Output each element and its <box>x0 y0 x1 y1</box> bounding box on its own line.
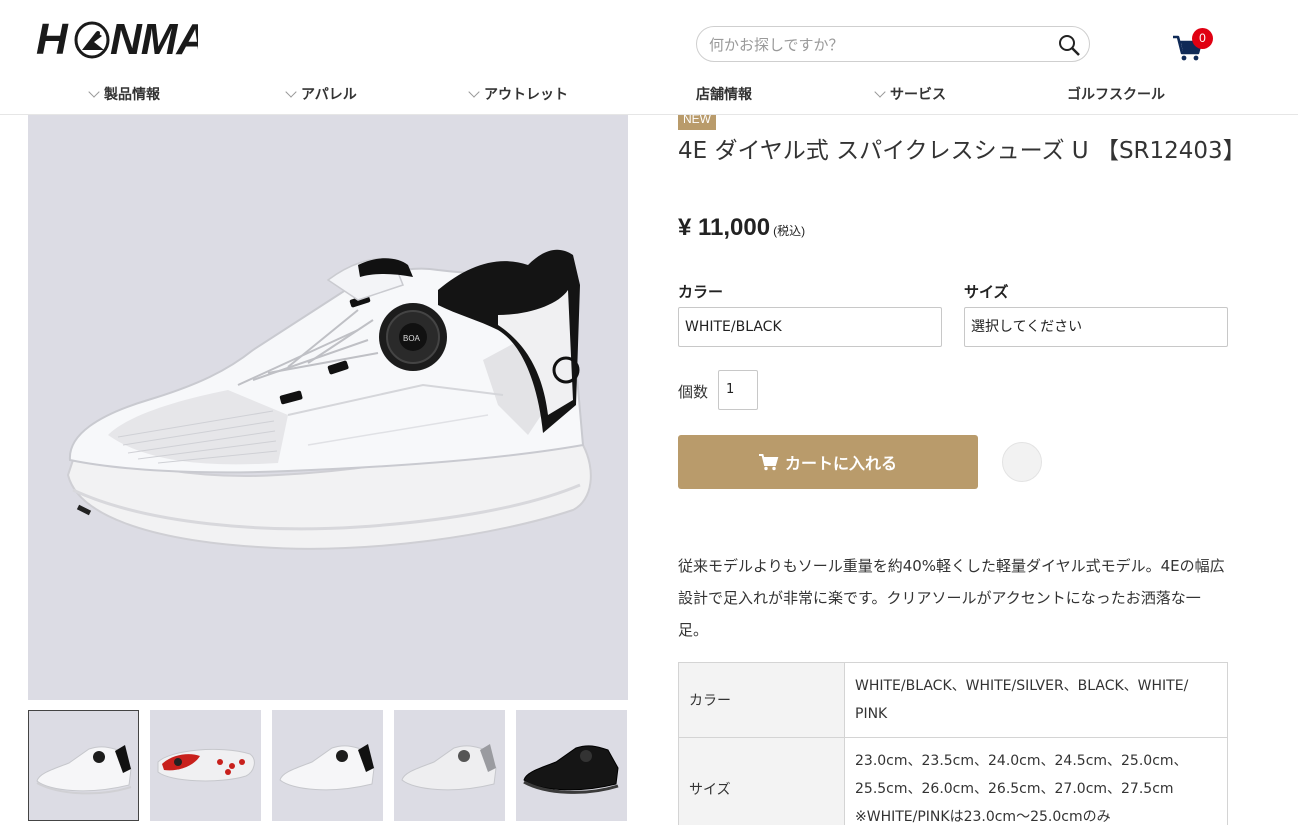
search-icon[interactable] <box>1057 33 1081 57</box>
table-row: カラー WHITE/BLACK、WHITE/SILVER、BLACK、WHITE… <box>678 662 1228 738</box>
spec-label: サイズ <box>678 737 845 825</box>
nav-item-services[interactable]: サービス <box>874 84 946 104</box>
add-to-cart-button[interactable]: カートに入れる <box>678 435 978 489</box>
cart-icon <box>758 454 779 471</box>
nav-item-stores[interactable]: 店舗情報 <box>696 84 752 104</box>
spec-value: 23.0cm、23.5cm、24.0cm、24.5cm、25.0cm、 25.5… <box>844 737 1228 825</box>
product-main-image[interactable]: BOA <box>28 115 628 700</box>
thumbnail-gallery <box>28 710 628 825</box>
color-label: カラー <box>678 283 724 301</box>
product-price: ¥ 11,000 (税込) <box>678 214 806 241</box>
spec-label: カラー <box>678 662 845 738</box>
thumbnail-4[interactable] <box>394 710 505 821</box>
thumbnail-5[interactable] <box>516 710 627 821</box>
nav-item-apparel[interactable]: アパレル <box>285 84 357 104</box>
quantity-input[interactable]: 1 <box>718 370 758 410</box>
chevron-down-icon <box>88 86 100 98</box>
svg-text:NMA: NMA <box>110 15 198 64</box>
tax-note: (税込) <box>773 224 806 238</box>
svg-text:BOA: BOA <box>403 334 421 343</box>
table-row: サイズ 23.0cm、23.5cm、24.0cm、24.5cm、25.0cm、 … <box>678 737 1228 825</box>
quantity-label: 個数 <box>678 383 709 401</box>
size-select[interactable]: 選択してください <box>964 307 1228 347</box>
favorite-button[interactable] <box>1002 442 1042 482</box>
svg-text:H: H <box>36 15 69 64</box>
product-title: 4E ダイヤル式 スパイクレスシューズ U 【SR12403】 <box>678 138 1246 164</box>
spec-table: カラー WHITE/BLACK、WHITE/SILVER、BLACK、WHITE… <box>678 662 1228 825</box>
site-header: H NMA 0 製品情報 アパレル アウトレット 店舗情報 サービス ゴルフスク… <box>0 0 1298 115</box>
nav-item-products[interactable]: 製品情報 <box>88 84 160 104</box>
spec-value: WHITE/BLACK、WHITE/SILVER、BLACK、WHITE/ PI… <box>844 662 1228 738</box>
thumbnail-3[interactable] <box>272 710 383 821</box>
thumbnail-1[interactable] <box>28 710 139 821</box>
nav-item-golf-school[interactable]: ゴルフスクール <box>1067 84 1165 104</box>
main-nav: 製品情報 アパレル アウトレット 店舗情報 サービス ゴルフスクール <box>0 80 1298 110</box>
product-description: 従来モデルよりもソール重量を約40%軽くした軽量ダイヤル式モデル。4Eの幅広設計… <box>678 557 1225 639</box>
chevron-down-icon <box>874 86 886 98</box>
honma-logo[interactable]: H NMA <box>34 14 208 64</box>
size-label: サイズ <box>964 283 1009 301</box>
chevron-down-icon <box>285 86 297 98</box>
color-select[interactable]: WHITE/BLACK <box>678 307 942 347</box>
search-box[interactable] <box>696 26 1090 62</box>
search-input[interactable] <box>709 33 1049 57</box>
nav-item-outlet[interactable]: アウトレット <box>468 84 568 104</box>
chevron-down-icon <box>468 86 480 98</box>
cart-count-badge: 0 <box>1192 28 1213 49</box>
thumbnail-2[interactable] <box>150 710 261 821</box>
